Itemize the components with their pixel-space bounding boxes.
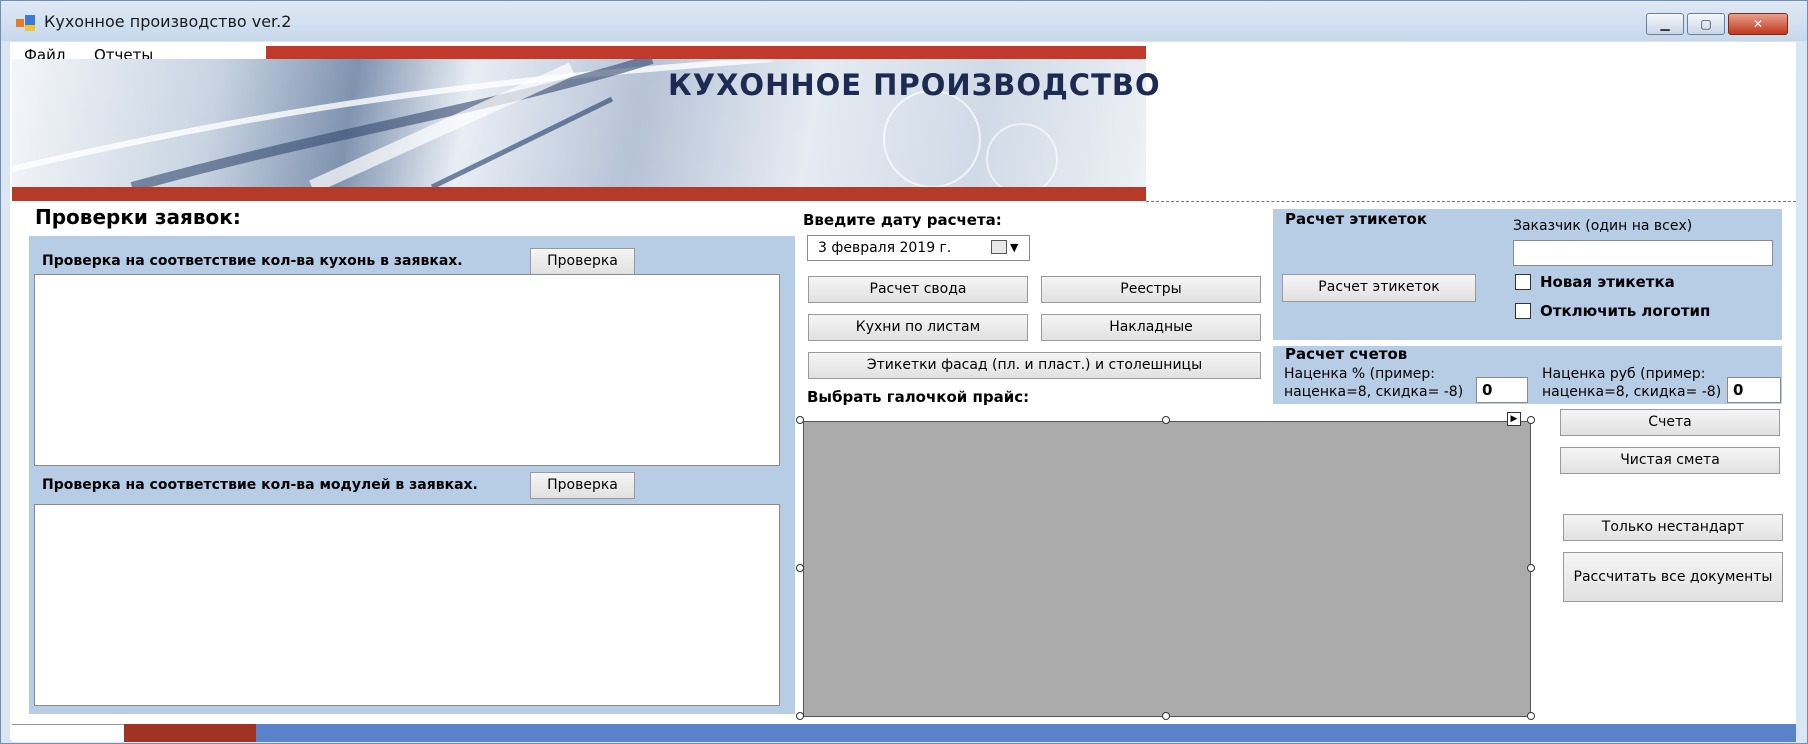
clean-estimate-button[interactable]: Чистая смета [1560, 447, 1780, 474]
window-title: Кухонное производство ver.2 [44, 12, 292, 31]
disable-logo-text: Отключить логотип [1540, 302, 1711, 320]
markup-pct-label-1: Наценка % (пример: [1284, 366, 1436, 382]
invoices-button[interactable]: Накладные [1041, 314, 1261, 341]
resize-handle[interactable] [1162, 712, 1170, 720]
modules-check-label: Проверка на соответствие кол-ва модулей … [42, 477, 478, 493]
close-button[interactable]: ✕ [1728, 13, 1788, 35]
date-value: 3 февраля 2019 г. [818, 240, 952, 256]
smart-tag-arrow-icon[interactable]: ▶ [1507, 412, 1521, 426]
new-label-checkbox[interactable] [1515, 274, 1531, 290]
price-list-grid[interactable] [803, 421, 1531, 717]
designer-guide-line [1146, 201, 1796, 202]
resize-handle[interactable] [796, 712, 804, 720]
disable-logo-checkbox[interactable] [1515, 303, 1531, 319]
kitchens-check-label: Проверка на соответствие кол-ва кухонь в… [42, 253, 463, 269]
banner-stripe-top [266, 46, 1146, 59]
new-label-text: Новая этикетка [1540, 273, 1675, 291]
resize-handle[interactable] [1527, 564, 1535, 572]
calc-all-documents-button[interactable]: Рассчитать все документы [1563, 552, 1783, 602]
resize-handle[interactable] [796, 416, 804, 424]
registry-button[interactable]: Реестры [1041, 276, 1261, 303]
kitchens-by-sheets-button[interactable]: Кухни по листам [808, 314, 1028, 341]
kitchens-check-output[interactable] [34, 274, 780, 466]
bottom-strip-white [12, 724, 124, 742]
checks-heading: Проверки заявок: [35, 205, 241, 229]
customer-input[interactable] [1513, 240, 1773, 266]
app-icon [16, 15, 36, 31]
banner-title: КУХОННОЕ ПРОИЗВОДСТВО [668, 68, 1161, 102]
svod-button[interactable]: Расчет свода [808, 276, 1028, 303]
banner-stripe-bottom [12, 187, 1146, 201]
maximize-button[interactable]: ▢ [1687, 13, 1725, 35]
customer-label: Заказчик (один на всех) [1513, 218, 1693, 234]
accounts-panel-title: Расчет счетов [1285, 345, 1408, 363]
resize-handle[interactable] [1527, 712, 1535, 720]
bottom-strip-red [124, 724, 256, 742]
date-picker[interactable]: 3 февраля 2019 г. ▼ [807, 235, 1030, 261]
date-label: Введите дату расчета: [803, 211, 1002, 229]
modules-check-output[interactable] [34, 504, 780, 706]
bottom-strip-blue [256, 724, 1796, 742]
kitchens-check-button[interactable]: Проверка [530, 248, 635, 275]
resize-handle[interactable] [1527, 416, 1535, 424]
accounts-button[interactable]: Счета [1560, 409, 1780, 436]
labels-panel-title: Расчет этикеток [1285, 210, 1428, 228]
calendar-icon[interactable] [991, 240, 1007, 254]
resize-handle[interactable] [796, 564, 804, 572]
chevron-down-icon[interactable]: ▼ [1010, 236, 1018, 260]
markup-pct-label-2: наценка=8, скидка= -8) [1284, 384, 1464, 400]
resize-handle[interactable] [1162, 416, 1170, 424]
markup-rub-label-1: Наценка руб (пример: [1542, 366, 1706, 382]
modules-check-button[interactable]: Проверка [530, 472, 635, 499]
markup-rub-label-2: наценка=8, скидка= -8) [1542, 384, 1722, 400]
labels-facade-button[interactable]: Этикетки фасад (пл. и пласт.) и столешни… [808, 352, 1261, 379]
price-select-label: Выбрать галочкой прайс: [807, 388, 1030, 406]
markup-rub-input[interactable]: 0 [1727, 377, 1781, 403]
minimize-button[interactable]: ▁ [1646, 13, 1684, 35]
markup-pct-input[interactable]: 0 [1476, 377, 1528, 403]
only-nonstandard-button[interactable]: Только нестандарт [1563, 514, 1783, 541]
calc-labels-button[interactable]: Расчет этикеток [1282, 274, 1476, 302]
